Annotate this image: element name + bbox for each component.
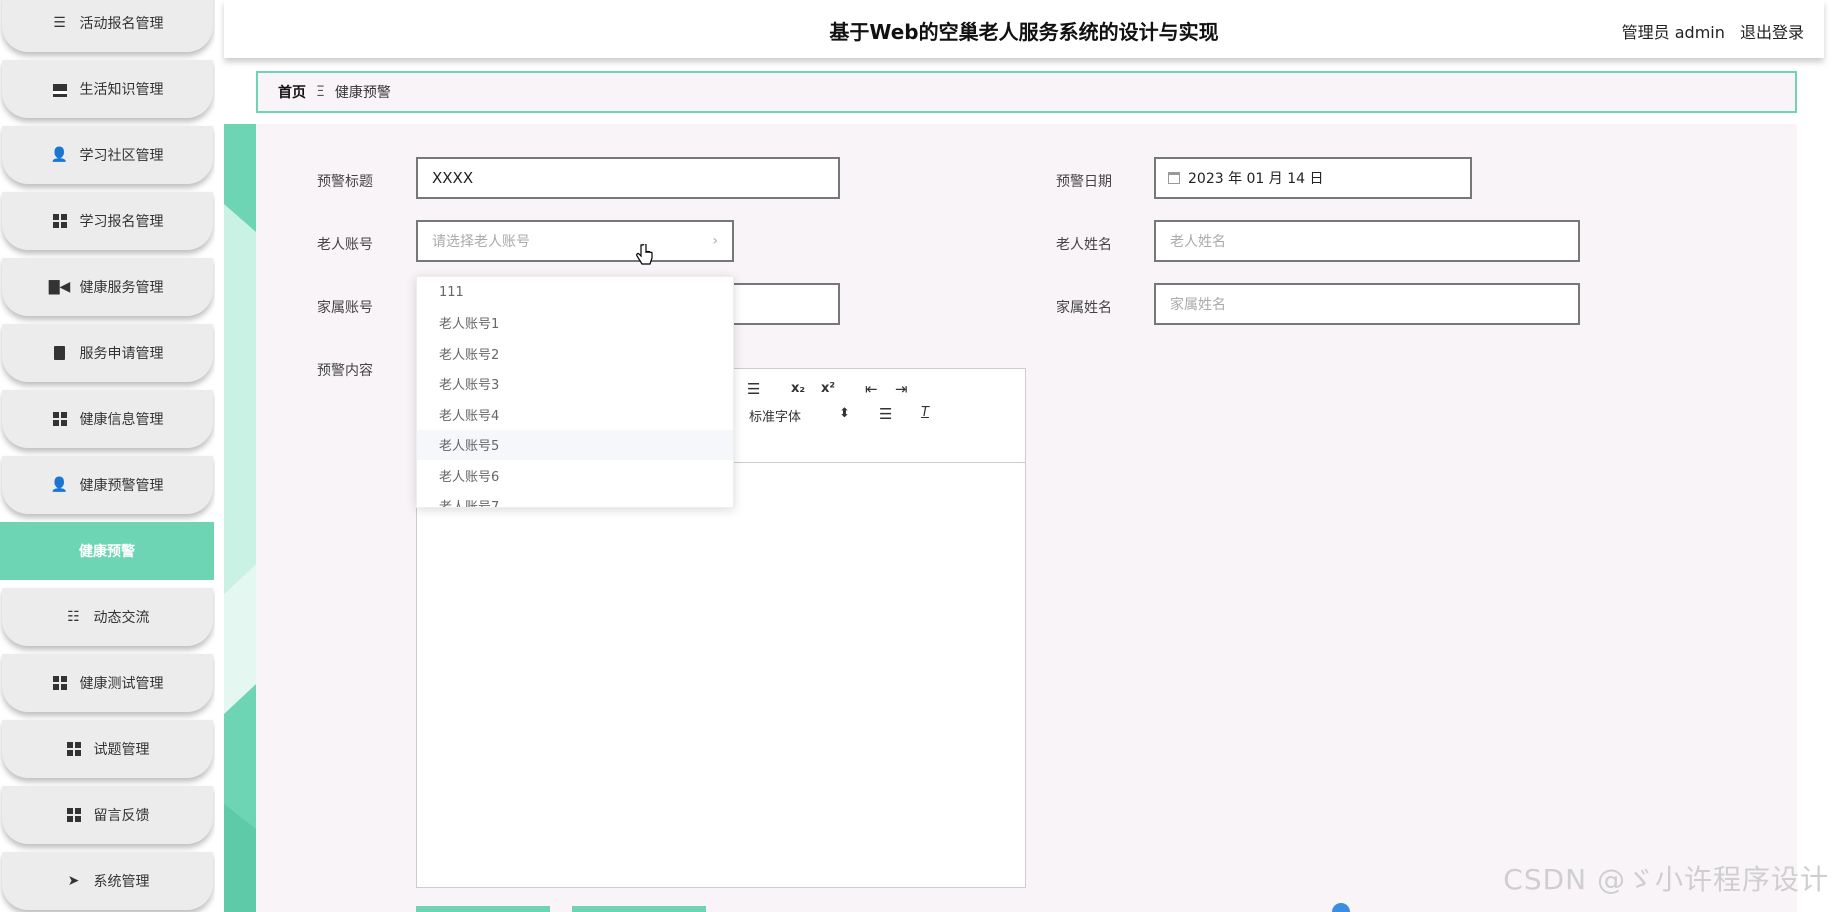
clipboard-icon [52,345,68,361]
sidebar-item[interactable]: 👤 学习社区管理 [2,126,213,184]
send-icon: ➤ [67,873,80,889]
sidebar-item[interactable]: 健康测试管理 [2,654,213,712]
sidebar-item[interactable]: ☷ 动态交流 [2,588,213,646]
grid-icon [66,807,82,823]
person-icon: 👤 [50,477,69,493]
sidebar-item[interactable]: 试题管理 [2,720,213,778]
dropdown-option[interactable]: 111 [417,277,733,308]
dropdown-option[interactable]: 老人账号6 [417,460,733,491]
sidebar-item[interactable]: ☰ 活动报名管理 [2,0,213,52]
sidebar-item-label: 生活知识管理 [79,82,164,98]
header: 基于Web的空巢老人服务系统的设计与实现 管理员 admin 退出登录 [224,0,1824,58]
hand-cursor-icon [636,244,653,265]
indent-icon[interactable]: ⇥ [895,380,908,398]
admin-user-label: 管理员 admin [1621,23,1725,42]
grid-icon [52,411,68,427]
date-label: 预警日期 [1056,174,1112,190]
bullet-list-icon[interactable]: ☰ [747,380,760,398]
editor-content-area[interactable] [417,463,1025,887]
sliders-icon: ☷ [67,609,80,625]
dropdown-option[interactable]: 老人账号3 [417,369,733,400]
sidebar-item-label: 系统管理 [93,874,150,890]
chevron-right-icon: › [712,233,718,249]
elder-account-dropdown: 111 老人账号1 老人账号2 老人账号3 老人账号4 老人账号5 老人账号6 老人账号7 [416,276,734,508]
date-picker[interactable]: 2023 年 01 月 14 日 [1154,157,1472,199]
title-input[interactable]: XXXX [416,157,840,199]
title-label: 预警标题 [317,174,373,190]
date-value: 2023 年 01 月 14 日 [1188,171,1324,187]
font-select[interactable]: 标准字体 [749,406,801,425]
sidebar-item[interactable]: 健康信息管理 [2,390,213,448]
list-icon: ☰ [53,15,66,31]
app-root: ☰ 活动报名管理 生活知识管理 👤 学习社区管理 学习报名管理 ▇◀ 健康服务管理 服务申请管理… [0,0,1835,912]
sidebar-item-label: 健康预警管理 [79,478,164,494]
family-name-input[interactable]: 家属姓名 [1154,283,1580,325]
dropdown-option[interactable]: 老人账号4 [417,399,733,430]
user-area: 管理员 admin 退出登录 [1612,19,1804,43]
cancel-button[interactable] [572,906,706,912]
font-arrows-icon: ⬍ [839,406,850,421]
dropdown-option[interactable]: 老人账号1 [417,308,733,339]
elder-account-placeholder: 请选择老人账号 [432,234,530,250]
sidebar-item[interactable]: ▇◀ 健康服务管理 [2,258,213,316]
dropdown-option[interactable]: 老人账号5 [417,429,733,460]
dropdown-option[interactable]: 老人账号2 [417,338,733,369]
sidebar-item-label: 健康信息管理 [79,412,164,428]
user-icon: 👤 [50,147,69,163]
sidebar-item[interactable]: 留言反馈 [2,786,213,844]
breadcrumb-separator-icon: Ξ [316,84,325,100]
breadcrumb: 首页 Ξ 健康预警 [256,71,1797,113]
ticket-icon: ▇◀ [48,279,71,295]
sidebar-item-label: 健康测试管理 [79,676,164,692]
elder-account-select[interactable]: 请选择老人账号 › [416,220,734,262]
clear-format-icon[interactable]: T [921,405,929,420]
breadcrumb-current: 健康预警 [334,85,391,101]
breadcrumb-home[interactable]: 首页 [278,82,306,102]
sidebar-item-label: 留言反馈 [93,808,150,824]
subscript-icon[interactable]: x₂ [791,381,805,396]
family-name-label: 家属姓名 [1056,300,1112,316]
sidebar-item-label: 学习社区管理 [79,148,164,164]
dropdown-option[interactable]: 老人账号7 [417,491,733,507]
sidebar-item-label: 动态交流 [93,610,150,626]
monitor-icon [52,81,68,97]
elder-name-input[interactable]: 老人姓名 [1154,220,1580,262]
sidebar-item[interactable]: 服务申请管理 [2,324,213,382]
sidebar-item[interactable]: 学习报名管理 [2,192,213,250]
sidebar-item[interactable]: 生活知识管理 [2,60,213,118]
align-icon[interactable]: ☰ [879,405,892,423]
calendar-icon [1168,172,1180,184]
grid-icon [52,675,68,691]
watermark: CSDN @ゞ小许程序设计 [1503,863,1829,896]
elder-name-label: 老人姓名 [1056,237,1112,253]
superscript-icon[interactable]: x² [821,381,835,396]
grid-icon [66,741,82,757]
grid-icon [52,213,68,229]
sidebar-item-label: 健康预警 [79,544,135,560]
sidebar: ☰ 活动报名管理 生活知识管理 👤 学习社区管理 学习报名管理 ▇◀ 健康服务管理 服务申请管理… [0,0,215,912]
sidebar-item-label: 学习报名管理 [79,214,164,230]
sidebar-item-label: 服务申请管理 [79,346,164,362]
sidebar-item[interactable]: ➤ 系统管理 [2,852,213,910]
outdent-icon[interactable]: ⇤ [865,380,878,398]
logout-link[interactable]: 退出登录 [1740,23,1804,42]
sidebar-item[interactable]: 健康预警 [0,522,214,580]
page-title: 基于Web的空巢老人服务系统的设计与实现 [829,20,1219,44]
sidebar-item-label: 健康服务管理 [79,280,164,296]
sidebar-item[interactable]: 👤 健康预警管理 [2,456,213,514]
sidebar-item-label: 试题管理 [93,742,150,758]
decorative-stripe [224,124,256,912]
sidebar-item-label: 活动报名管理 [79,16,164,32]
content-label: 预警内容 [317,363,373,379]
family-account-label: 家属账号 [317,300,373,316]
submit-button[interactable] [416,906,550,912]
elder-account-label: 老人账号 [317,237,373,253]
